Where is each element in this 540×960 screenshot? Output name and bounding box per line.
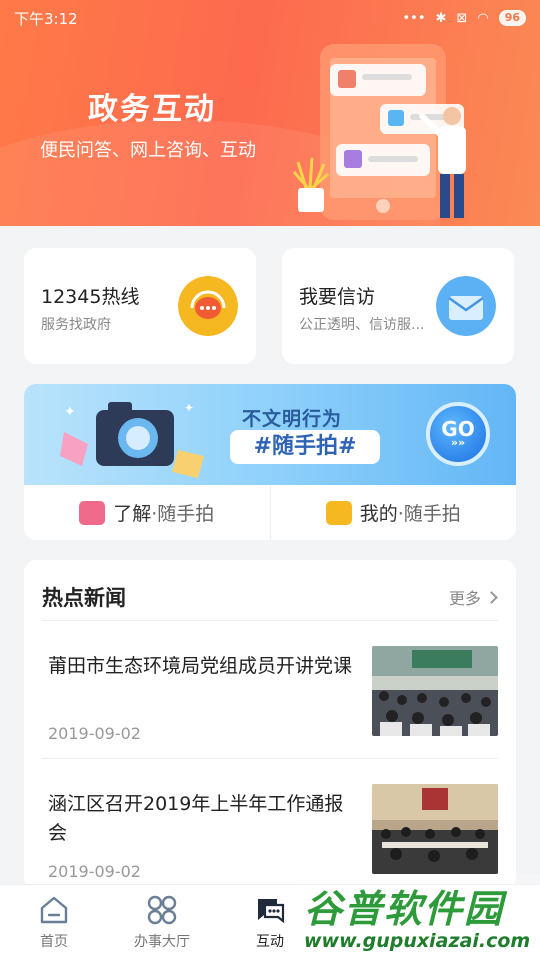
banner-line1: 不文明行为 [242,408,343,430]
learn-light: ·随手拍 [151,503,215,525]
tab-service-hall[interactable]: 办事大厅 [112,893,212,951]
news-title: 莆田市生态环境局党组成员开讲党课 [48,655,353,677]
go-arrows: »» [450,436,466,449]
page-subtitle: 便民问答、网上咨询、互动 [40,140,256,161]
page-title: 政务互动 [88,92,216,127]
photo-report-actions: 了解·随手拍 我的·随手拍 [24,485,516,540]
news-item[interactable]: 涵江区召开2019年上半年工作通报会 2019-09-02 [42,770,498,890]
tab-home-label: 首页 [40,934,68,950]
go-button[interactable]: GO »» [426,402,490,466]
watermark-url: www.gupuxiazai.com [304,930,531,952]
chat-icon [257,899,285,924]
chevron-right-icon [485,590,498,604]
watermark-name: 谷普软件园 [304,887,505,931]
petition-card[interactable]: 我要信访 公正透明、信访服... [282,248,514,364]
learn-photo-report-button[interactable]: 了解·随手拍 [24,485,270,540]
banner-line2: #随手拍# [230,430,380,464]
tab-home[interactable]: 首页 [4,893,104,951]
flag-icon [325,500,352,525]
my-photo-report-button[interactable]: 我的·随手拍 [269,485,517,540]
more-news-link[interactable]: 更多 [448,585,498,609]
home-icon [40,896,68,924]
more-label: 更多 [448,589,481,608]
status-time: 下午3:12 [14,9,78,28]
tab-service-hall-label: 办事大厅 [134,934,190,950]
watermark: 谷普软件园 www.gupuxiazai.com [296,874,540,960]
photo-report-card: ✦ ✦ 不文明行为 #随手拍# GO »» 了解·随手拍 我的·随手拍 [24,384,516,540]
news-title: 涵江区召开2019年上半年工作通报会 [48,793,344,844]
petition-title: 我要信访 [299,286,376,308]
hotline-desc: 服务找政府 [41,317,111,333]
petition-desc: 公正透明、信访服... [299,317,425,333]
learn-strong: 了解 [113,503,152,525]
svg-text:✦: ✦ [184,401,194,415]
news-thumbnail [372,646,498,736]
bluetooth-icon: ✱ [435,10,447,26]
news-thumbnail [372,784,498,874]
signal-dots-icon: ••• [402,10,426,26]
mine-light: ·随手拍 [397,503,461,525]
envelope-icon [436,276,496,336]
hot-news-section: 热点新闻 更多 莆田市生态环境局党组成员开讲党课 2019-09-02 涵江区召… [24,560,516,890]
mine-strong: 我的 [359,503,398,525]
divider [42,620,498,621]
news-item[interactable]: 莆田市生态环境局党组成员开讲党课 2019-09-02 [42,632,498,754]
tab-interaction-label: 互动 [256,934,284,950]
hotline-chat-icon [178,276,238,336]
hotline-title: 12345热线 [41,286,140,308]
hotline-card[interactable]: 12345热线 服务找政府 [24,248,256,364]
svg-text:✦: ✦ [64,404,76,420]
battery-indicator: 96 [498,10,526,26]
status-bar: 下午3:12 ••• ✱ ⊠ ◠ 96 [0,0,540,36]
wifi-icon: ◠ [477,10,489,26]
news-date: 2019-09-02 [48,724,141,743]
camera-illustration-icon: ✦ ✦ [60,401,204,478]
camera-icon [79,500,106,525]
news-heading: 热点新闻 [42,586,126,610]
phone-chat-illustration-icon [292,44,466,220]
news-date: 2019-09-02 [48,862,141,881]
sim-icon: ⊠ [456,10,468,26]
photo-report-banner[interactable]: ✦ ✦ 不文明行为 #随手拍# GO »» [24,384,516,485]
header-banner: 下午3:12 ••• ✱ ⊠ ◠ 96 政务互动 便民问答、网上咨询、互动 [0,0,540,226]
divider [42,758,498,759]
grid-icon [147,895,177,925]
